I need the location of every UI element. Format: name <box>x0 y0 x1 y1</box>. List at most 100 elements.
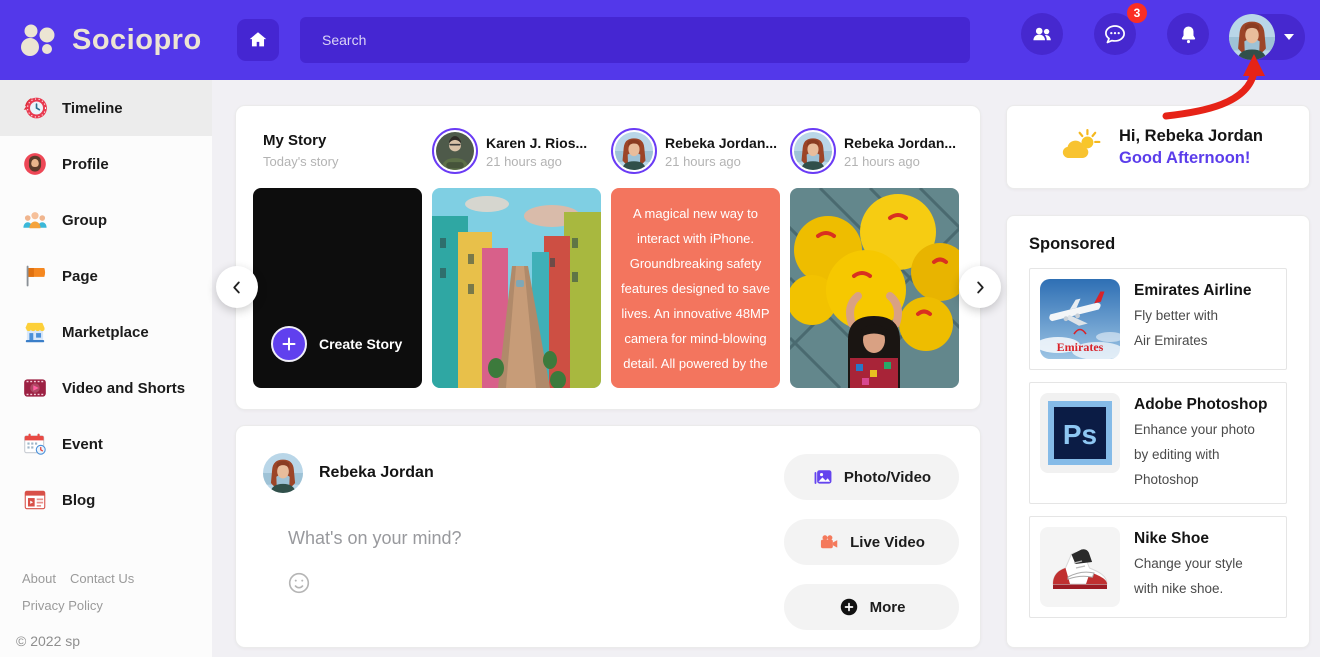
create-story-plus-icon[interactable] <box>271 326 307 362</box>
story-avatar <box>611 128 657 174</box>
story-text: A magical new way to interact with iPhon… <box>611 201 780 376</box>
story-time: 21 hours ago <box>486 154 587 169</box>
story-time: 21 hours ago <box>665 154 777 169</box>
sidebar-item-label: Blog <box>62 492 95 509</box>
ad-nike[interactable]: Nike Shoe Change your style with nike sh… <box>1029 516 1287 618</box>
sociopro-logo-icon <box>18 18 62 62</box>
story-user-name: Karen J. Rios... <box>486 135 587 151</box>
greeting-message: Good Afternoon! <box>1119 149 1263 168</box>
sidebar-item-label: Video and Shorts <box>62 380 185 397</box>
sidebar-item-label: Event <box>62 436 103 453</box>
ad-title: Nike Shoe <box>1134 530 1243 548</box>
sidebar-item-label: Timeline <box>62 100 123 117</box>
brand-name: Sociopro <box>72 24 202 57</box>
ad-desc-line: with nike shoe. <box>1134 577 1243 602</box>
greeting-card: Hi, Rebeka Jordan Good Afternoon! <box>1006 105 1310 189</box>
notifications-button[interactable] <box>1167 13 1209 55</box>
sidebar-item-profile[interactable]: Profile <box>0 136 212 192</box>
story-user-name: Rebeka Jordan... <box>844 135 956 151</box>
post-composer-card: Rebeka Jordan What's on your mind? Photo… <box>235 425 981 648</box>
messages-badge: 3 <box>1127 3 1147 23</box>
webpage-icon <box>22 487 48 513</box>
sidebar-item-video-shorts[interactable]: Video and Shorts <box>0 360 212 416</box>
user-avatar <box>1229 14 1275 60</box>
emoji-button[interactable] <box>286 570 312 596</box>
sidebar-item-label: Page <box>62 268 98 285</box>
ad-photoshop[interactable]: Ps Adobe Photoshop Enhance your photo by… <box>1029 382 1287 504</box>
user-menu[interactable] <box>1229 14 1305 60</box>
about-link[interactable]: About <box>22 571 56 586</box>
sponsored-title: Sponsored <box>1029 235 1309 254</box>
photo-video-label: Photo/Video <box>844 469 931 486</box>
ad-emirates[interactable]: Emirates Emirates Airline Fly better wit… <box>1029 268 1287 370</box>
history-clock-icon <box>22 95 48 121</box>
ad-desc-line: Fly better with <box>1134 304 1251 329</box>
chat-icon <box>1102 21 1128 47</box>
photoshop-ad-image: Ps <box>1040 393 1120 473</box>
people-group-icon <box>22 207 48 233</box>
ad-desc-line: by editing with <box>1134 443 1267 468</box>
story-user-name: Rebeka Jordan... <box>665 135 777 151</box>
post-input[interactable]: What's on your mind? <box>288 528 462 549</box>
live-video-label: Live Video <box>850 534 925 551</box>
stories-prev-button[interactable] <box>216 266 258 308</box>
home-icon <box>247 29 269 51</box>
film-play-icon <box>22 375 48 401</box>
stories-card: My Story Today's story Create Story <box>235 105 981 410</box>
ad-desc-line: Photoshop <box>1134 468 1267 493</box>
smiley-icon <box>286 570 312 596</box>
nike-ad-image <box>1040 527 1120 607</box>
search-input[interactable] <box>300 17 970 63</box>
flag-icon <box>22 263 48 289</box>
emirates-logo-text: Emirates <box>1057 340 1104 354</box>
sidebar-item-marketplace[interactable]: Marketplace <box>0 304 212 360</box>
chevron-left-icon <box>226 276 248 298</box>
ad-desc-line: Air Emirates <box>1134 329 1251 354</box>
story-avatar <box>432 128 478 174</box>
calendar-clock-icon <box>22 431 48 457</box>
story-column: Rebeka Jordan... 21 hours ago <box>790 122 959 388</box>
composer-user-name: Rebeka Jordan <box>319 464 434 482</box>
ad-desc-line: Enhance your photo <box>1134 418 1267 443</box>
sidebar-item-blog[interactable]: Blog <box>0 472 212 528</box>
search-bar <box>300 17 970 63</box>
privacy-policy-link[interactable]: Privacy Policy <box>22 598 103 613</box>
ad-title: Adobe Photoshop <box>1134 396 1267 414</box>
friends-button[interactable] <box>1021 13 1063 55</box>
sidebar-item-timeline[interactable]: Timeline <box>0 80 212 136</box>
story-photo-street[interactable] <box>432 188 601 388</box>
sidebar-item-label: Profile <box>62 156 109 173</box>
photo-icon <box>812 466 834 488</box>
story-avatar <box>790 128 836 174</box>
sidebar-item-event[interactable]: Event <box>0 416 212 472</box>
live-video-button[interactable]: Live Video <box>784 519 959 565</box>
contact-us-link[interactable]: Contact Us <box>70 571 134 586</box>
ad-title: Emirates Airline <box>1134 282 1251 300</box>
top-navbar: Sociopro <box>0 0 1320 80</box>
story-column: Karen J. Rios... 21 hours ago <box>432 122 601 388</box>
more-button[interactable]: More <box>784 584 959 630</box>
photo-video-button[interactable]: Photo/Video <box>784 454 959 500</box>
story-time: 21 hours ago <box>844 154 956 169</box>
brand-logo[interactable]: Sociopro <box>18 0 202 80</box>
my-story-column: My Story Today's story Create Story <box>253 122 422 388</box>
friends-icon <box>1030 22 1054 46</box>
greeting-name: Hi, Rebeka Jordan <box>1119 127 1263 146</box>
ps-logo-text: Ps <box>1063 419 1097 450</box>
sidebar-footer: About Contact Us Privacy Policy © 2022 s… <box>0 571 212 649</box>
sidebar-item-label: Group <box>62 212 107 229</box>
story-photo-balloons[interactable] <box>790 188 959 388</box>
story-text-tile[interactable]: A magical new way to interact with iPhon… <box>611 188 780 388</box>
home-button[interactable] <box>237 19 279 61</box>
more-label: More <box>870 599 906 616</box>
sidebar-item-page[interactable]: Page <box>0 248 212 304</box>
create-story-label: Create Story <box>319 336 402 352</box>
person-face-icon <box>22 151 48 177</box>
sociopro-app: Sociopro <box>0 0 1320 657</box>
create-story-tile[interactable]: Create Story <box>253 188 422 388</box>
stories-next-button[interactable] <box>959 266 1001 308</box>
sidebar-item-label: Marketplace <box>62 324 149 341</box>
emirates-ad-image: Emirates <box>1040 279 1120 359</box>
composer-avatar <box>263 453 303 493</box>
sidebar-item-group[interactable]: Group <box>0 192 212 248</box>
